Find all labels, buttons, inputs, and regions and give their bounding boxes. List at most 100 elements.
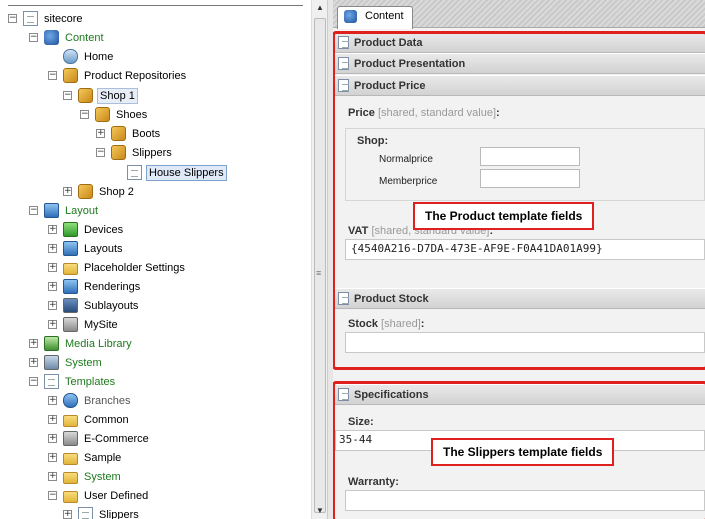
tree-node-media-library[interactable]: + Media Library bbox=[29, 334, 134, 353]
tree-node-branches[interactable]: + Branches bbox=[48, 391, 132, 410]
tree-node-label: Shop 1 bbox=[97, 87, 138, 104]
box-icon bbox=[111, 145, 126, 160]
tree-node-label: Media Library bbox=[65, 337, 132, 350]
tree-node-boots[interactable]: + Boots bbox=[96, 124, 162, 143]
collapse-toggle-icon[interactable]: − bbox=[80, 110, 89, 119]
tree-node-home[interactable]: Home bbox=[48, 47, 115, 66]
tree-node-label: Product Repositories bbox=[84, 69, 187, 82]
expand-toggle-icon[interactable]: + bbox=[48, 453, 57, 462]
box-icon bbox=[63, 68, 78, 83]
collapse-toggle-icon[interactable]: − bbox=[29, 33, 38, 42]
tree-node-label: Layouts bbox=[84, 242, 123, 255]
tree-node-slippers-template[interactable]: + Slippers bbox=[63, 505, 141, 519]
tree-node-label: Slippers bbox=[132, 146, 172, 159]
tree-node-label: Layout bbox=[65, 204, 99, 217]
collapse-toggle-icon[interactable]: − bbox=[29, 206, 38, 215]
tree-node-system[interactable]: + System bbox=[29, 353, 104, 372]
tree-node-devices[interactable]: + Devices bbox=[48, 220, 125, 239]
collapse-toggle-icon[interactable]: − bbox=[8, 14, 17, 23]
tree-node-sample[interactable]: + Sample bbox=[48, 448, 123, 467]
tree-node-product-repositories[interactable]: − Product Repositories bbox=[48, 66, 188, 85]
tree-node-slippers[interactable]: − Slippers bbox=[96, 143, 174, 162]
expand-toggle-icon[interactable]: + bbox=[63, 187, 72, 196]
tree-node-layouts[interactable]: + Layouts bbox=[48, 239, 125, 258]
tree-node-label: Devices bbox=[84, 223, 124, 236]
content-icon bbox=[344, 10, 357, 23]
tree-top-divider bbox=[8, 5, 303, 6]
tree-node-label: User Defined bbox=[84, 489, 149, 502]
expand-toggle-icon[interactable]: + bbox=[48, 434, 57, 443]
tree-node-templates-system[interactable]: + System bbox=[48, 467, 123, 486]
slippers-fields-callout: The Slippers template fields bbox=[431, 438, 615, 466]
expand-toggle-icon[interactable]: + bbox=[48, 472, 57, 481]
box-icon bbox=[95, 107, 110, 122]
expand-toggle-icon[interactable]: + bbox=[48, 415, 57, 424]
tree-scrollbar[interactable]: ▲ ▼ bbox=[311, 0, 327, 519]
rendering-icon bbox=[63, 279, 78, 294]
scroll-down-arrow-icon[interactable]: ▼ bbox=[312, 503, 328, 519]
expand-toggle-icon[interactable]: + bbox=[96, 129, 105, 138]
expand-toggle-icon[interactable]: + bbox=[48, 301, 57, 310]
ecommerce-icon bbox=[63, 431, 78, 446]
template-icon bbox=[44, 374, 59, 389]
tree-node-layout[interactable]: − Layout bbox=[29, 201, 100, 220]
box-icon bbox=[78, 88, 93, 103]
layout-icon bbox=[63, 241, 78, 256]
tree-node-user-defined[interactable]: − User Defined bbox=[48, 486, 150, 505]
tree-node-label: E-Commerce bbox=[84, 432, 149, 445]
site-icon bbox=[63, 317, 78, 332]
collapse-toggle-icon[interactable]: − bbox=[48, 491, 57, 500]
tree-node-e-commerce[interactable]: + E-Commerce bbox=[48, 429, 151, 448]
editor-tab-bar: Content bbox=[333, 0, 705, 29]
content-editor: Content Product Data Product Presentatio… bbox=[333, 0, 705, 519]
collapse-toggle-icon[interactable]: − bbox=[96, 148, 105, 157]
tree-node-mysite[interactable]: + MySite bbox=[48, 315, 120, 334]
folder-icon bbox=[63, 452, 78, 465]
tree-node-label: sitecore bbox=[44, 12, 83, 25]
tree-node-label: Content bbox=[65, 31, 104, 44]
collapse-toggle-icon[interactable]: − bbox=[29, 377, 38, 386]
expand-toggle-icon[interactable]: + bbox=[29, 339, 38, 348]
collapse-toggle-icon[interactable]: − bbox=[48, 71, 57, 80]
tree-node-house-slippers[interactable]: House Slippers bbox=[112, 163, 227, 182]
scroll-up-arrow-icon[interactable]: ▲ bbox=[312, 0, 328, 16]
expand-toggle-icon[interactable]: + bbox=[29, 358, 38, 367]
tree-node-label: Common bbox=[84, 413, 129, 426]
tree-node-shoes[interactable]: − Shoes bbox=[80, 105, 149, 124]
splitter-grip-icon[interactable]: ≡ bbox=[316, 268, 321, 278]
tree-node-placeholder-settings[interactable]: + Placeholder Settings bbox=[48, 258, 187, 277]
layout-icon bbox=[44, 203, 59, 218]
expand-toggle-icon[interactable]: + bbox=[48, 263, 57, 272]
tree-node-label: Shop 2 bbox=[99, 185, 134, 198]
tree-node-templates[interactable]: − Templates bbox=[29, 372, 117, 391]
expand-toggle-icon[interactable]: + bbox=[48, 320, 57, 329]
media-icon bbox=[44, 336, 59, 351]
tree-node-sitecore[interactable]: − sitecore bbox=[8, 9, 85, 28]
tree-node-label: Branches bbox=[84, 394, 131, 407]
tree-node-sublayouts[interactable]: + Sublayouts bbox=[48, 296, 140, 315]
expand-toggle-icon[interactable]: + bbox=[48, 225, 57, 234]
tree-node-shop-2[interactable]: + Shop 2 bbox=[63, 182, 136, 201]
tree-node-renderings[interactable]: + Renderings bbox=[48, 277, 142, 296]
page-icon bbox=[127, 165, 142, 180]
tree-node-label: System bbox=[65, 356, 102, 369]
expand-toggle-icon[interactable]: + bbox=[63, 510, 72, 519]
tree-node-common[interactable]: + Common bbox=[48, 410, 131, 429]
folder-icon bbox=[63, 414, 78, 427]
tree-node-label: Renderings bbox=[84, 280, 141, 293]
folder-icon bbox=[63, 490, 78, 503]
collapse-toggle-icon[interactable]: − bbox=[63, 91, 72, 100]
page-icon bbox=[23, 11, 38, 26]
scrollbar-thumb[interactable] bbox=[314, 18, 326, 513]
tree-node-content[interactable]: − Content bbox=[29, 28, 106, 47]
tree-node-shop-1[interactable]: − Shop 1 bbox=[63, 86, 138, 105]
tab-content[interactable]: Content bbox=[337, 6, 413, 29]
content-icon bbox=[44, 30, 59, 45]
expand-toggle-icon[interactable]: + bbox=[48, 396, 57, 405]
tree-node-label: House Slippers bbox=[146, 164, 227, 181]
content-tree: − sitecore − Content Home − Product Repo… bbox=[0, 0, 311, 519]
folder-icon bbox=[63, 262, 78, 275]
box-icon bbox=[78, 184, 93, 199]
expand-toggle-icon[interactable]: + bbox=[48, 282, 57, 291]
expand-toggle-icon[interactable]: + bbox=[48, 244, 57, 253]
